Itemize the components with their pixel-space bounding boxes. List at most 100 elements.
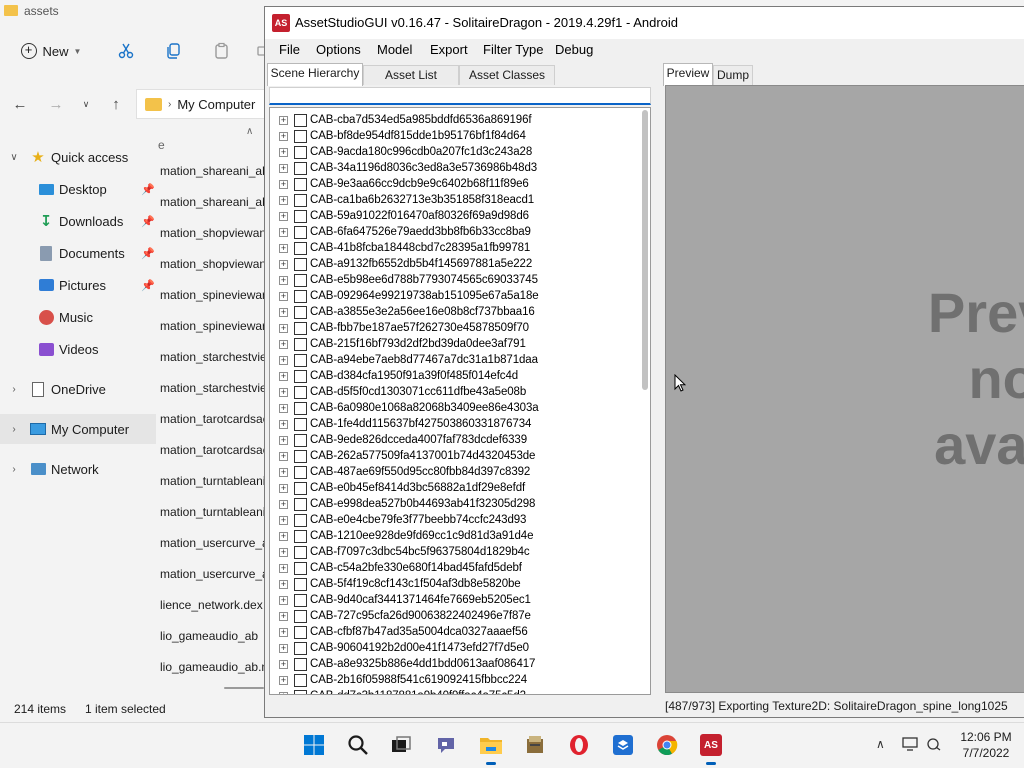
tree-node[interactable]: + CAB-9e3aa66cc9dcb9e9c6402b68f11f89e6 [270,176,636,192]
expand-plus-icon[interactable]: + [279,371,288,381]
node-checkbox[interactable] [294,353,307,367]
list-item[interactable]: mation_turntableani [160,474,265,494]
expand-plus-icon[interactable]: + [279,243,288,253]
node-checkbox[interactable] [294,577,307,591]
list-item[interactable]: mation_usercurve_a [160,536,268,556]
tree-node[interactable]: + CAB-092964e99219738ab151095e67a5a18e [270,288,636,304]
tree-node[interactable]: + CAB-6a0980e1068a82068b3409ee86e4303a [270,400,636,416]
expand-plus-icon[interactable]: + [279,595,288,605]
tree-node[interactable]: + CAB-f7097c3dbc54bc5f96375804d1829b4c [270,544,636,560]
tab-preview[interactable]: Preview [663,63,713,86]
expand-plus-icon[interactable]: + [279,515,288,525]
node-checkbox[interactable] [294,433,307,447]
node-checkbox[interactable] [294,625,307,639]
tab-asset-list[interactable]: Asset List [363,65,459,85]
node-checkbox[interactable] [294,401,307,415]
sidebar-item-music[interactable]: Music [0,302,156,332]
chrome-button[interactable] [653,731,681,759]
node-checkbox[interactable] [294,417,307,431]
menu-options[interactable]: Options [316,42,361,57]
up-arrow-icon[interactable]: ↑ [106,94,126,114]
node-checkbox[interactable] [294,289,307,303]
list-item[interactable]: mation_usercurve_a [160,567,268,587]
list-item[interactable]: lio_gameaudio_ab.n [160,660,268,680]
file-explorer-taskbar-button[interactable] [477,731,505,765]
list-item[interactable]: lience_network.dex [160,598,263,618]
tree-node[interactable]: + CAB-59a91022f016470af80326f69a9d98d6 [270,208,636,224]
list-item[interactable]: mation_turntableani [160,505,265,525]
expand-plus-icon[interactable]: + [279,547,288,557]
node-checkbox[interactable] [294,257,307,271]
expand-plus-icon[interactable]: + [279,451,288,461]
list-item[interactable]: mation_spineviewar [160,288,266,308]
menu-file[interactable]: File [279,42,300,57]
list-item[interactable]: lio_gameaudio_ab [160,629,258,649]
tree-node[interactable]: + CAB-d384cfa1950f91a39f0f485f014efc4d [270,368,636,384]
sidebar-item-downloads[interactable]: ↧ Downloads 📌 [0,206,156,236]
expand-plus-icon[interactable]: + [279,179,288,189]
node-checkbox[interactable] [294,497,307,511]
tree-node[interactable]: + CAB-9d40caf3441371464fe7669eb5205ec1 [270,592,636,608]
node-checkbox[interactable] [294,641,307,655]
node-checkbox[interactable] [294,545,307,559]
tree-node[interactable]: + CAB-fbb7be187ae57f262730e45878509f70 [270,320,636,336]
expand-plus-icon[interactable]: + [279,499,288,509]
copy-button[interactable] [162,38,186,64]
expand-plus-icon[interactable]: + [279,387,288,397]
node-checkbox[interactable] [294,241,307,255]
tree-node[interactable]: + CAB-90604192b2d00e41f1473efd27f7d5e0 [270,640,636,656]
expand-plus-icon[interactable]: + [279,163,288,173]
chat-button[interactable] [432,731,460,759]
tree-node[interactable]: + CAB-2b16f05988f541c619092415fbbcc224 [270,672,636,688]
expand-plus-icon[interactable]: + [279,403,288,413]
node-checkbox[interactable] [294,321,307,335]
unity-hub-button[interactable] [609,731,637,759]
tree-node[interactable]: + CAB-a3855e3e2a56ee16e08b8cf737bbaa16 [270,304,636,320]
node-checkbox[interactable] [294,513,307,527]
expand-plus-icon[interactable]: + [279,467,288,477]
tab-dump[interactable]: Dump [713,65,753,85]
expand-plus-icon[interactable]: + [279,611,288,621]
node-checkbox[interactable] [294,465,307,479]
start-button[interactable] [300,731,328,759]
menu-model[interactable]: Model [377,42,412,57]
node-checkbox[interactable] [294,305,307,319]
tree-node[interactable]: + CAB-9acda180c996cdb0a207fc1d3c243a28 [270,144,636,160]
expand-plus-icon[interactable]: + [279,195,288,205]
tree-node[interactable]: + CAB-6fa647526e79aedd3bb8fb6b33cc8ba9 [270,224,636,240]
horizontal-scrollbar[interactable] [224,687,264,689]
node-checkbox[interactable] [294,129,307,143]
expand-plus-icon[interactable]: + [279,259,288,269]
expand-plus-icon[interactable]: + [279,643,288,653]
tree-node[interactable]: + CAB-ca1ba6b2632713e3b351858f318eacd1 [270,192,636,208]
tree-node[interactable]: + CAB-d5f5f0cd1303071cc611dfbe43a5e08b [270,384,636,400]
tree-node[interactable]: + CAB-e998dea527b0b44693ab41f32305d298 [270,496,636,512]
list-item[interactable]: mation_shopviewan [160,226,266,246]
expand-plus-icon[interactable]: + [279,131,288,141]
vertical-scrollbar-thumb[interactable] [642,110,648,390]
tree-node[interactable]: + CAB-a8e9325b886e4dd1bdd0613aaf086417 [270,656,636,672]
tree-node[interactable]: + CAB-e5b98ee6d788b7793074565c69033745 [270,272,636,288]
expand-plus-icon[interactable]: + [279,275,288,285]
menu-debug[interactable]: Debug [555,42,593,57]
back-arrow-icon[interactable]: ← [10,94,30,114]
expand-plus-icon[interactable]: + [279,227,288,237]
archive-app-button[interactable] [521,731,549,759]
node-checkbox[interactable] [294,177,307,191]
list-item[interactable]: mation_starchestvie [160,350,267,370]
node-checkbox[interactable] [294,657,307,671]
tree-node[interactable]: + CAB-34a1196d8036c3ed8a3e5736986b48d3 [270,160,636,176]
tree-node[interactable]: + CAB-e0b45ef8414d3bc56882a1df29e8efdf [270,480,636,496]
expand-plus-icon[interactable]: + [279,531,288,541]
tree-node[interactable]: + CAB-c54a2bfe330e680f14bad45fafd5debf [270,560,636,576]
list-item[interactable]: mation_spineviewar [160,319,266,339]
node-checkbox[interactable] [294,449,307,463]
node-checkbox[interactable] [294,193,307,207]
search-button[interactable] [344,731,372,759]
tab-scene-hierarchy[interactable]: Scene Hierarchy [267,63,363,86]
expand-plus-icon[interactable]: + [279,211,288,221]
node-checkbox[interactable] [294,561,307,575]
tree-node[interactable]: + CAB-cfbf87b47ad35a5004dca0327aaaef56 [270,624,636,640]
expand-plus-icon[interactable]: + [279,659,288,669]
list-item[interactable]: mation_shareani_ab [160,195,268,215]
